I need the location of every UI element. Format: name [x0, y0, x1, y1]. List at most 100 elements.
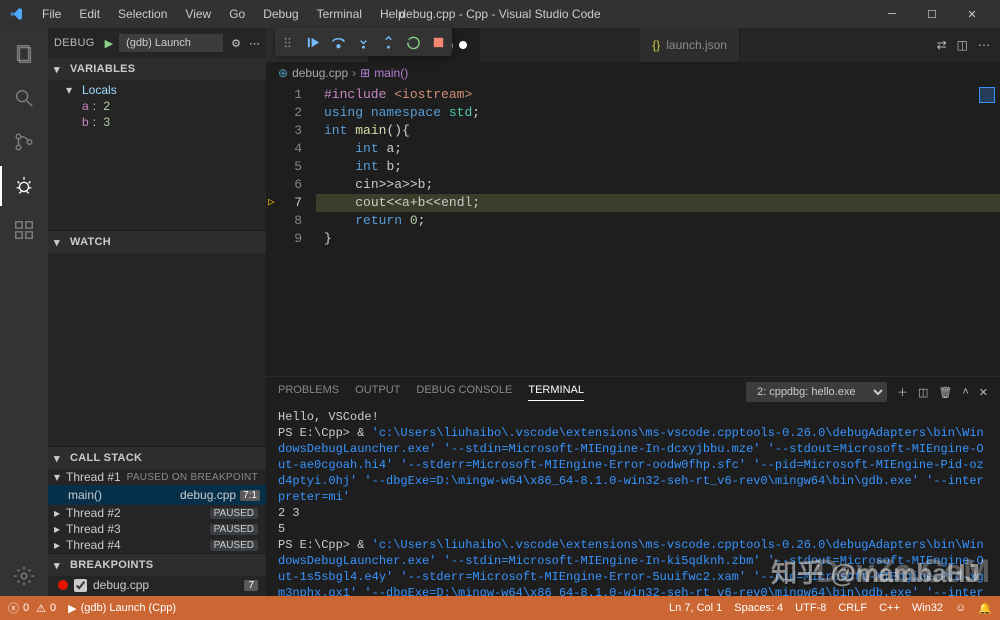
thread-row[interactable]: ▾Thread #1PAUSED ON BREAKPOINT	[48, 469, 266, 485]
debug-more-icon[interactable]: ⋯	[249, 37, 260, 50]
explorer-icon[interactable]	[0, 34, 48, 74]
menu-file[interactable]: File	[34, 4, 69, 24]
panel-tab-terminal[interactable]: TERMINAL	[528, 384, 584, 401]
maximize-panel-button[interactable]: ˄	[962, 386, 968, 398]
debug-config-gear-icon[interactable]: ⚙	[231, 37, 241, 50]
vscode-logo-icon	[8, 6, 24, 22]
step-over-button[interactable]	[331, 35, 346, 50]
drag-handle-icon[interactable]	[281, 35, 296, 50]
minimap-decoration	[980, 88, 994, 102]
status-eol[interactable]: CRLF	[838, 602, 867, 614]
stop-button[interactable]	[431, 35, 446, 50]
status-bar: ⓧ 0 ⚠ 0 ▶ (gdb) Launch (Cpp) Ln 7, Col 1…	[0, 596, 1000, 620]
extensions-icon[interactable]	[0, 210, 48, 250]
variable-row[interactable]: b: 3	[60, 114, 266, 130]
variables-section-header[interactable]: ▾VARIABLES	[48, 58, 266, 80]
code-editor[interactable]: 1 2 3 4 5 6 ▷7 8 9 #include <iostream> u…	[266, 84, 1000, 376]
status-launch-config[interactable]: ▶ (gdb) Launch (Cpp)	[68, 602, 176, 615]
more-actions-icon[interactable]: ⋯	[978, 38, 990, 52]
breakpoints-section-header[interactable]: ▾BREAKPOINTS	[48, 554, 266, 576]
debug-activity-icon[interactable]	[0, 166, 48, 206]
breakpoint-line: 7	[244, 580, 258, 591]
breakpoint-checkbox[interactable]	[74, 579, 87, 592]
thread-row[interactable]: ▸Thread #2PAUSED	[48, 505, 266, 521]
callstack-label: CALL STACK	[70, 452, 142, 464]
menu-go[interactable]: Go	[221, 4, 253, 24]
editor-area: ⊕hello.cpp ⊕debug.cpp {}launch.json ⇄ ◫ …	[266, 28, 1000, 596]
breakpoint-dot-icon	[58, 580, 68, 590]
breadcrumb-symbol[interactable]: main()	[374, 66, 408, 80]
titlebar: File Edit Selection View Go Debug Termin…	[0, 0, 1000, 28]
menu-edit[interactable]: Edit	[71, 4, 108, 24]
terminal-select[interactable]: 2: cppdbg: hello.exe	[746, 382, 887, 402]
json-file-icon: {}	[652, 38, 660, 52]
panel-tabs: PROBLEMS OUTPUT DEBUG CONSOLE TERMINAL 2…	[266, 377, 1000, 407]
source-control-icon[interactable]	[0, 122, 48, 162]
debug-config-header: DEBUG ▶ (gdb) Launch ⚙ ⋯	[48, 28, 266, 58]
minimize-button[interactable]: ─	[872, 0, 912, 28]
close-window-button[interactable]: ✕	[952, 0, 992, 28]
settings-gear-icon[interactable]	[0, 556, 48, 596]
status-language[interactable]: C++	[879, 602, 900, 614]
variables-scope-locals[interactable]: ▾Locals	[60, 82, 266, 98]
debug-sidebar: DEBUG ▶ (gdb) Launch ⚙ ⋯ ▾VARIABLES ▾Loc…	[48, 28, 266, 596]
tab-launch-json[interactable]: {}launch.json	[640, 28, 740, 62]
activity-bar	[0, 28, 48, 596]
status-indent[interactable]: Spaces: 4	[734, 602, 783, 614]
continue-button[interactable]	[306, 35, 321, 50]
status-notifications-icon[interactable]: 🔔	[978, 602, 992, 615]
panel-tab-output[interactable]: OUTPUT	[355, 384, 400, 400]
menu-terminal[interactable]: Terminal	[309, 4, 370, 24]
menu-view[interactable]: View	[177, 4, 219, 24]
breadcrumbs[interactable]: ⊕ debug.cpp › ⊞main()	[266, 62, 1000, 84]
split-terminal-button[interactable]: ◫	[918, 386, 928, 399]
debug-toolbar[interactable]	[275, 28, 452, 56]
breakpoint-file: debug.cpp	[93, 578, 149, 592]
frame-loc: 7:1	[240, 490, 260, 501]
variables-label: VARIABLES	[70, 63, 135, 75]
compare-changes-icon[interactable]: ⇄	[937, 38, 947, 52]
panel-tab-debug-console[interactable]: DEBUG CONSOLE	[416, 384, 512, 400]
menu-debug[interactable]: Debug	[255, 4, 306, 24]
watch-section-header[interactable]: ▾WATCH	[48, 231, 266, 253]
maximize-button[interactable]: ☐	[912, 0, 952, 28]
terminal-body[interactable]: Hello, VSCode!PS E:\Cpp> & 'c:\Users\liu…	[266, 407, 1000, 596]
breakpoints-label: BREAKPOINTS	[70, 559, 153, 571]
menu-bar: File Edit Selection View Go Debug Termin…	[34, 4, 413, 24]
menu-selection[interactable]: Selection	[110, 4, 175, 24]
gutter[interactable]: 1 2 3 4 5 6 ▷7 8 9	[266, 84, 316, 376]
close-panel-button[interactable]: ✕	[979, 386, 988, 399]
breadcrumb-file[interactable]: debug.cpp	[292, 66, 348, 80]
new-terminal-button[interactable]: ＋	[897, 384, 908, 400]
cpp-file-icon: ⊕	[278, 66, 288, 80]
variable-row[interactable]: a: 2	[60, 98, 266, 114]
watch-label: WATCH	[70, 236, 111, 248]
function-icon: ⊞	[360, 66, 370, 80]
split-editor-icon[interactable]: ◫	[957, 38, 968, 52]
restart-button[interactable]	[406, 35, 421, 50]
status-feedback-icon[interactable]: ☺	[955, 602, 966, 614]
window-title: debug.cpp - Cpp - Visual Studio Code	[399, 7, 600, 21]
current-line-arrow-icon: ▷	[268, 194, 275, 212]
search-icon[interactable]	[0, 78, 48, 118]
stack-frame-row[interactable]: main()debug.cpp7:1	[48, 485, 266, 505]
breakpoint-row[interactable]: debug.cpp 7	[48, 576, 266, 594]
thread-row[interactable]: ▸Thread #3PAUSED	[48, 521, 266, 537]
panel-tab-problems[interactable]: PROBLEMS	[278, 384, 339, 400]
debug-title: DEBUG	[54, 37, 95, 49]
debug-config-select[interactable]: (gdb) Launch	[119, 34, 223, 52]
kill-terminal-button[interactable]: 🗑	[938, 386, 952, 399]
frame-file: debug.cpp	[180, 488, 236, 502]
step-into-button[interactable]	[356, 35, 371, 50]
panel: PROBLEMS OUTPUT DEBUG CONSOLE TERMINAL 2…	[266, 376, 1000, 596]
start-debug-button[interactable]: ▶	[105, 37, 113, 50]
thread-row[interactable]: ▸Thread #4PAUSED	[48, 537, 266, 553]
step-out-button[interactable]	[381, 35, 396, 50]
status-encoding[interactable]: UTF-8	[795, 602, 826, 614]
modified-indicator-icon	[459, 41, 467, 49]
watch-body	[48, 253, 266, 446]
status-errors[interactable]: ⓧ 0 ⚠ 0	[8, 600, 56, 616]
status-mode[interactable]: Win32	[912, 602, 943, 614]
status-cursor[interactable]: Ln 7, Col 1	[669, 602, 722, 614]
callstack-section-header[interactable]: ▾CALL STACK	[48, 447, 266, 469]
